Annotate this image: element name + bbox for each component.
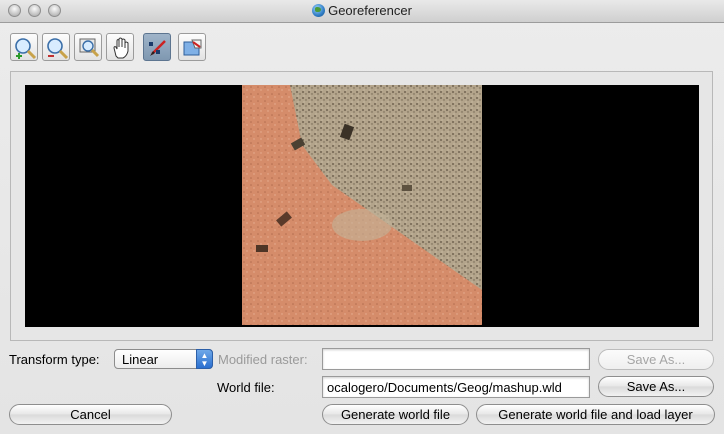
zoom-out-icon: [47, 38, 69, 60]
world-file-field[interactable]: ocalogero/Documents/Geog/mashup.wld: [322, 376, 590, 398]
zoom-in-button[interactable]: [10, 33, 38, 61]
zoom-in-icon: [15, 38, 37, 60]
generate-world-file-button[interactable]: Generate world file: [322, 404, 469, 425]
georeferencer-window: Georeferencer Transform type: Linear ▲ ▼…: [0, 0, 724, 434]
cancel-button[interactable]: Cancel: [9, 404, 172, 425]
add-point-button[interactable]: [143, 33, 171, 61]
zoom-out-button[interactable]: [42, 33, 70, 61]
delete-point-button[interactable]: [178, 33, 206, 61]
modified-raster-field[interactable]: [322, 348, 590, 370]
zoom-to-layer-icon: [79, 38, 100, 58]
add-point-icon: [149, 40, 166, 56]
world-file-label: World file:: [217, 380, 275, 395]
globe-icon: [312, 4, 326, 17]
window-title: Georeferencer: [0, 3, 724, 18]
modified-raster-label: Modified raster:: [218, 352, 308, 367]
hand-pan-icon: [113, 37, 129, 59]
world-file-save-as-button[interactable]: Save As...: [598, 376, 714, 397]
generate-world-file-and-load-layer-button[interactable]: Generate world file and load layer: [476, 404, 715, 425]
delete-point-icon: [183, 39, 202, 56]
title-bar: Georeferencer: [0, 0, 724, 23]
aerial-imagery-raster: [242, 85, 482, 325]
pan-button[interactable]: [106, 33, 134, 61]
zoom-to-layer-button[interactable]: [74, 33, 102, 61]
transform-type-label: Transform type:: [9, 352, 100, 367]
raster-image: [242, 85, 482, 325]
transform-type-select[interactable]: Linear ▲ ▼: [114, 349, 213, 369]
map-canvas[interactable]: [25, 85, 699, 327]
window-title-text: Georeferencer: [328, 3, 412, 18]
transform-type-value: Linear: [122, 352, 159, 367]
modified-raster-save-as-button[interactable]: Save As...: [598, 349, 714, 370]
chevron-up-down-icon: ▲ ▼: [196, 349, 213, 369]
